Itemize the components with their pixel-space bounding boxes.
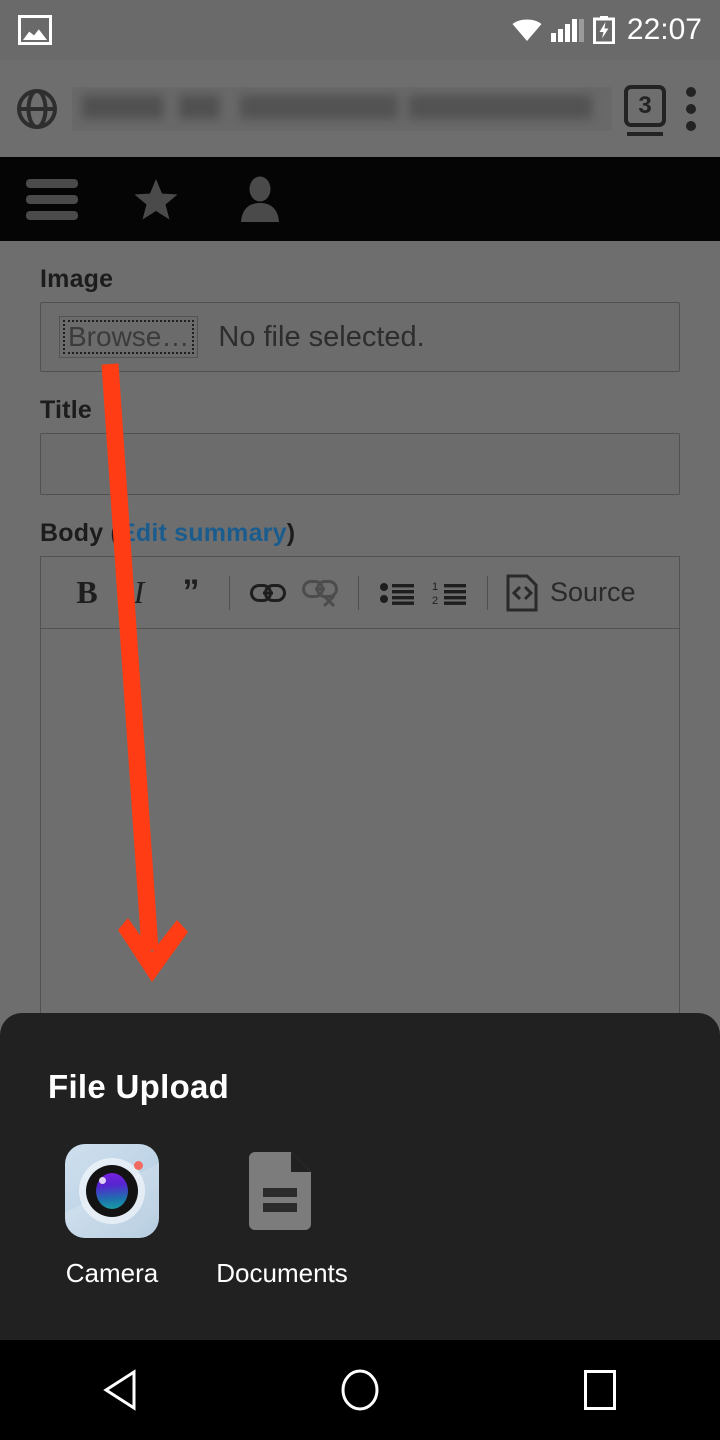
sheet-item-documents[interactable]: Documents — [216, 1144, 348, 1289]
title-field-label: Title — [40, 396, 92, 424]
body-label-prefix: Body ( — [40, 519, 119, 547]
link-icon — [250, 583, 286, 602]
node-edit-form: Image Browse… No file selected. Title Bo… — [0, 241, 720, 1030]
bulleted-list-icon — [380, 582, 414, 605]
body-label-suffix: ) — [286, 519, 296, 547]
camera-icon — [65, 1144, 159, 1238]
toolbar-separator — [487, 575, 488, 610]
browse-button[interactable]: Browse… — [59, 316, 199, 358]
android-nav-bar — [0, 1340, 720, 1440]
body-field-label: Body (Edit summary) — [40, 519, 720, 548]
italic-button[interactable]: I — [113, 567, 165, 619]
status-bar-indicators: 22:07 — [512, 13, 702, 47]
nav-recents-button[interactable] — [545, 1340, 655, 1440]
bookmark-button[interactable] — [104, 157, 208, 241]
source-code-icon — [506, 574, 538, 611]
signal-bars-icon — [550, 18, 584, 42]
bold-button[interactable]: B — [61, 567, 113, 619]
tab-count-value: 3 — [624, 84, 666, 127]
recents-square-icon — [584, 1370, 616, 1410]
numbered-list-icon: 1 2 — [432, 581, 466, 606]
toolbar-separator — [229, 575, 230, 610]
unlink-button[interactable] — [294, 567, 346, 619]
site-toolbar — [0, 157, 720, 241]
image-file-input[interactable]: Browse… No file selected. — [40, 302, 680, 372]
sheet-item-label: Documents — [216, 1258, 348, 1288]
person-icon — [241, 176, 279, 222]
toolbar-separator — [358, 575, 359, 610]
documents-icon — [242, 1144, 322, 1238]
sheet-title: File Upload — [48, 1068, 230, 1105]
tab-count-button[interactable]: 3 — [624, 84, 668, 136]
status-bar: 22:07 — [0, 0, 720, 60]
sheet-source-list: Camera Documents — [0, 1144, 720, 1289]
source-button[interactable]: Source — [500, 574, 636, 612]
blockquote-button[interactable]: ” — [165, 567, 217, 619]
tab-count-underline — [627, 131, 663, 136]
browser-toolbar: 3 — [0, 60, 720, 157]
battery-charging-icon — [592, 16, 615, 44]
editor-toolbar: B I ” 1 2 Source — [41, 557, 679, 629]
file-status-text: No file selected. — [218, 320, 425, 353]
image-field-label: Image — [40, 265, 114, 293]
bulleted-list-button[interactable] — [371, 567, 423, 619]
address-bar[interactable] — [72, 86, 612, 131]
wifi-icon — [512, 19, 542, 41]
unlink-icon — [302, 579, 338, 607]
link-button[interactable] — [242, 567, 294, 619]
hamburger-menu-icon — [26, 172, 78, 227]
sheet-item-camera[interactable]: Camera — [62, 1144, 162, 1289]
svg-text:2: 2 — [432, 595, 438, 606]
status-bar-clock: 22:07 — [626, 13, 702, 46]
edit-summary-link[interactable]: Edit summary — [119, 519, 287, 547]
globe-icon[interactable] — [16, 88, 58, 130]
home-circle-icon — [341, 1369, 379, 1411]
overflow-menu-icon[interactable] — [686, 86, 696, 131]
account-button[interactable] — [208, 157, 312, 241]
nav-home-button[interactable] — [305, 1340, 415, 1440]
star-icon — [134, 179, 178, 220]
gallery-icon — [18, 15, 52, 45]
address-bar-text — [82, 94, 592, 119]
status-bar-notifications — [18, 15, 52, 45]
nav-back-button[interactable] — [65, 1340, 175, 1440]
svg-text:1: 1 — [432, 581, 438, 593]
sheet-item-label: Camera — [65, 1258, 159, 1288]
source-button-label: Source — [550, 577, 636, 607]
title-input[interactable] — [40, 433, 680, 495]
numbered-list-button[interactable]: 1 2 — [423, 567, 475, 619]
site-menu-button[interactable] — [0, 157, 104, 241]
body-rich-text-editor: B I ” 1 2 Source — [40, 556, 680, 1030]
body-editor-area[interactable] — [41, 629, 679, 1029]
file-upload-sheet: File Upload Camera Documents — [0, 1013, 720, 1340]
back-triangle-icon — [103, 1369, 136, 1411]
